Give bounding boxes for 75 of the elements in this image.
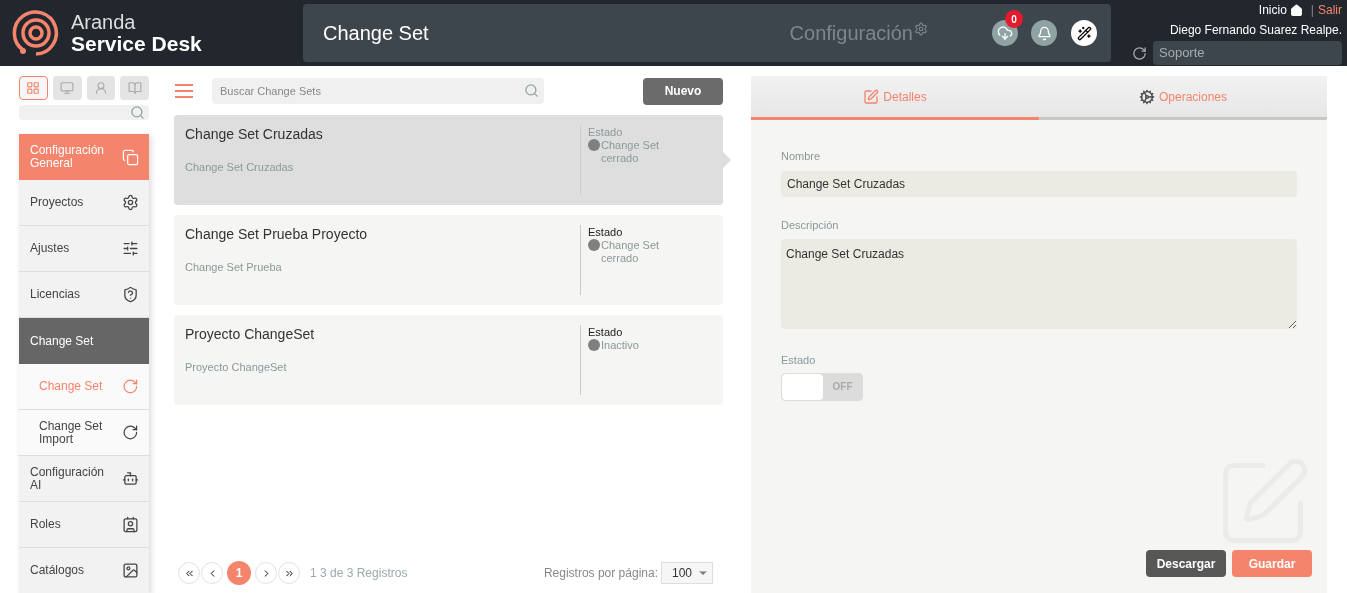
settings-icon[interactable] [914,22,928,36]
gear-icon [122,194,139,211]
project-field[interactable]: Soporte [1153,41,1342,65]
sidebar-item[interactable]: Proyectos [19,180,149,226]
description-field[interactable]: Change Set Cruzadas [781,239,1297,329]
card-title: Proyecto ChangeSet [185,325,316,344]
monitor-icon [60,81,75,95]
logo-icon [11,8,61,58]
name-field[interactable]: Change Set Cruzadas [781,170,1297,197]
status-text: Change Set cerrado [601,139,661,165]
search-icon [130,105,145,120]
badge-icon [122,516,139,533]
sidebar-search-field[interactable] [19,105,149,120]
view-button[interactable] [120,76,149,100]
view-button[interactable] [86,76,116,100]
shield-icon [122,286,139,303]
card-title: Change Set Prueba Proyecto [185,225,369,244]
section-label: Configuración [789,21,913,46]
sidebar-item[interactable]: Change Set [19,318,149,364]
status-label: Estado [588,326,624,339]
book-icon [127,81,142,95]
sliders-icon [122,240,139,257]
sidebar-item[interactable]: Roles [19,502,149,548]
card-subtitle: Proyecto ChangeSet [185,360,288,375]
sidebar-item[interactable]: Change Set Import [19,410,149,456]
image-icon [122,562,139,579]
sidebar-item[interactable]: Configuración AI [19,456,149,502]
download-button[interactable]: Descargar [1146,550,1226,577]
view-button[interactable] [52,76,82,100]
robot-icon [122,470,139,487]
home-icon [1289,3,1303,17]
search-field[interactable]: Buscar Change Sets [212,78,544,104]
sidebar-item[interactable]: Licencias [19,272,149,318]
sidebar-item[interactable]: Catálogos [19,548,149,593]
refresh-icon[interactable] [1132,45,1147,61]
link-separator: | [1310,2,1314,19]
state-label: Estado [781,353,817,368]
status-label: Estado [588,226,624,239]
status-text: Inactivo [601,339,640,352]
copy-icon [122,148,139,166]
magic-wand-icon [1076,25,1092,41]
cloud-download-icon [997,25,1013,41]
card-subtitle: Change Set Cruzadas [185,160,295,175]
page-title: Change Set [323,21,429,46]
notification-badge: 0 [1005,10,1023,28]
view-button[interactable] [19,76,48,100]
card-title: Change Set Cruzadas [185,125,324,144]
status-label: Estado [588,126,624,139]
change-set-card[interactable]: Proyecto ChangeSet Proyecto ChangeSet Estado Inactivo [174,315,723,405]
status-text: Change Set cerrado [601,239,661,265]
bell-button[interactable] [1031,20,1057,46]
refresh-icon [122,378,139,395]
brand-product: Service Desk [71,33,202,55]
edit-icon [863,88,880,105]
bell-icon [1036,25,1052,41]
per-page-label: Registros por página: [543,565,658,582]
refresh-icon [122,424,139,441]
user-icon [93,81,108,95]
records-summary: 1 3 de 3 Registros [310,565,408,582]
wand-button[interactable] [1071,20,1097,46]
sidebar-item[interactable]: Ajustes [19,226,149,272]
new-button[interactable]: Nuevo [643,77,723,105]
description-label: Descripción [781,217,840,233]
change-set-card[interactable]: Change Set Prueba Proyecto Change Set Prueba Estado Change Set cerrado [174,215,723,305]
per-page-select[interactable]: 100 [661,562,713,584]
logout-link[interactable]: Salir [1318,1,1342,19]
name-label: Nombre [781,149,822,164]
home-link[interactable]: Inicio [1258,1,1303,19]
brand-name: Aranda [71,11,137,33]
user-name: Diego Fernando Suarez Realpe. [1169,22,1342,39]
grid-icon [26,81,41,95]
selection-pointer [723,152,731,168]
card-subtitle: Change Set Prueba [185,260,283,275]
menu-icon[interactable] [174,83,194,99]
search-icon [524,83,539,98]
